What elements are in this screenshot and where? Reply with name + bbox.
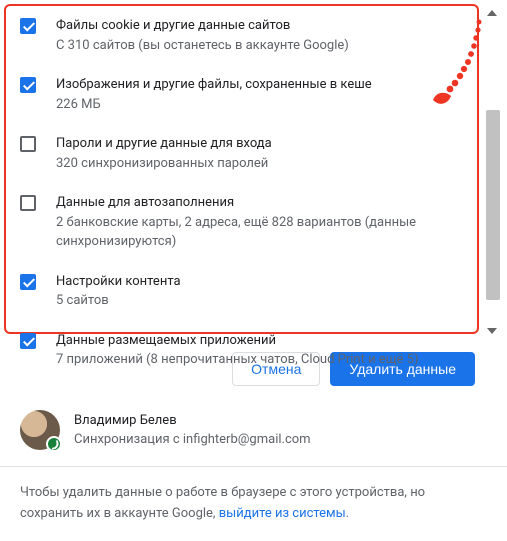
scroll-up-icon[interactable] <box>487 10 497 16</box>
checkbox[interactable] <box>20 274 36 290</box>
data-type-item: Данные для автозаполнения2 банковские ка… <box>14 183 469 262</box>
item-title: Пароли и другие данные для входа <box>56 134 272 154</box>
sync-badge-icon <box>46 436 62 452</box>
footer-text-end: . <box>346 506 349 521</box>
item-title: Файлы cookie и другие данные сайтов <box>56 16 349 36</box>
scroll-down-icon[interactable] <box>487 328 497 334</box>
item-subtitle: 5 сайтов <box>56 291 181 311</box>
profile-name: Владимир Белев <box>74 411 311 431</box>
data-types-list: Файлы cookie и другие данные сайтовС 310… <box>4 4 479 334</box>
profile-sync-status: Синхронизация с infighterb@gmail.com <box>74 430 311 450</box>
item-subtitle: 226 МБ <box>56 95 372 115</box>
item-subtitle: 320 синхронизированных паролей <box>56 154 272 174</box>
item-subtitle: 7 приложений (8 непрочитанных чатов, Clo… <box>56 350 418 370</box>
item-subtitle: 2 банковские карты, 2 адреса, ещё 828 ва… <box>56 213 463 252</box>
item-title: Данные размещаемых приложений <box>56 331 418 351</box>
data-type-item: Пароли и другие данные для входа320 синх… <box>14 124 469 183</box>
item-subtitle: С 310 сайтов (вы останетесь в аккаунте G… <box>56 36 349 56</box>
sign-out-link[interactable]: выйдите из системы <box>219 506 346 521</box>
scroll-thumb[interactable] <box>486 110 500 300</box>
item-title: Настройки контента <box>56 272 181 292</box>
item-title: Данные для автозаполнения <box>56 193 463 213</box>
checkbox[interactable] <box>20 136 36 152</box>
profile-row: Владимир Белев Синхронизация с infighter… <box>0 400 507 467</box>
checkbox[interactable] <box>20 77 36 93</box>
data-type-item: Изображения и другие файлы, сохраненные … <box>14 65 469 124</box>
avatar <box>20 410 60 450</box>
checkbox[interactable] <box>20 195 36 211</box>
scrollbar[interactable] <box>481 10 503 530</box>
item-title: Изображения и другие файлы, сохраненные … <box>56 75 372 95</box>
data-type-item: Настройки контента5 сайтов <box>14 262 469 321</box>
checkbox[interactable] <box>20 333 36 349</box>
checkbox[interactable] <box>20 18 36 34</box>
data-type-item: Файлы cookie и другие данные сайтовС 310… <box>14 6 469 65</box>
data-type-item: Данные размещаемых приложений7 приложени… <box>14 321 469 380</box>
